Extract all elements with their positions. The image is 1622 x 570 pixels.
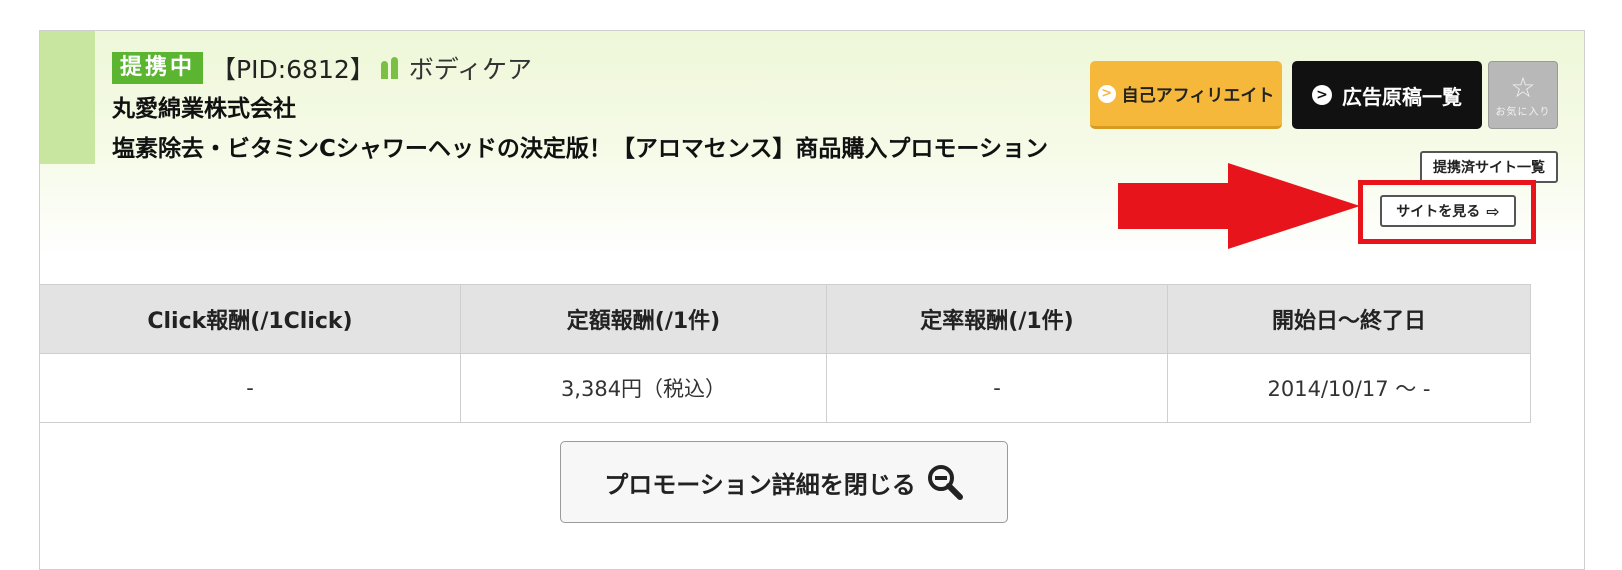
header-period: 開始日～終了日 — [1167, 284, 1531, 354]
table-header-row: Click報酬(/1Click) 定額報酬(/1件) 定率報酬(/1件) 開始日… — [39, 284, 1531, 354]
cell-fixed-reward: 3,384円（税込） — [460, 353, 827, 423]
accent-bar — [40, 31, 95, 164]
close-details-label: プロモーション詳細を閉じる — [604, 470, 916, 499]
cell-rate-reward: - — [826, 353, 1168, 423]
category-label: ボディケア — [408, 55, 533, 84]
ad-list-button[interactable]: > 広告原稿一覧 — [1292, 61, 1482, 129]
red-arrow-annotation — [1118, 163, 1360, 249]
chevron-right-icon: > — [1312, 85, 1332, 105]
favorite-button[interactable]: ☆ お気に入り — [1488, 61, 1558, 129]
promotion-title: 塩素除去・ビタミンCシャワーヘッドの決定版！【アロマセンス】商品購入プロモーショ… — [112, 136, 1048, 162]
header-click-reward: Click報酬(/1Click) — [39, 284, 461, 354]
self-affiliate-button[interactable]: > 自己アフィリエイト — [1090, 61, 1282, 129]
close-details-button[interactable]: プロモーション詳細を閉じる — [560, 441, 1008, 523]
highlight-box-annotation — [1358, 180, 1536, 244]
self-affiliate-label: 自己アフィリエイト — [1121, 86, 1275, 106]
title-area: 提携中 【PID:6812】 ボディケア 丸愛綿業株式会社 塩素除去・ビタミンC… — [112, 51, 1072, 167]
status-badge: 提携中 — [112, 52, 204, 84]
ad-list-label: 広告原稿一覧 — [1342, 84, 1462, 109]
header-fixed-reward: 定額報酬(/1件) — [460, 284, 827, 354]
rates-table: Click報酬(/1Click) 定額報酬(/1件) 定率報酬(/1件) 開始日… — [39, 284, 1531, 423]
header-rate-reward: 定率報酬(/1件) — [826, 284, 1168, 354]
zoom-out-icon — [927, 465, 963, 500]
partner-sites-label: 提携済サイト一覧 — [1433, 160, 1545, 176]
cell-period: 2014/10/17 ～ - — [1167, 353, 1531, 423]
chevron-right-icon: > — [1097, 84, 1116, 103]
company-name: 丸愛綿業株式会社 — [112, 96, 296, 122]
star-icon: ☆ — [1510, 70, 1536, 104]
table-row: - 3,384円（税込） - 2014/10/17 ～ - — [39, 353, 1531, 423]
cell-click-reward: - — [39, 353, 461, 423]
partner-sites-button[interactable]: 提携済サイト一覧 — [1420, 151, 1558, 183]
title-line: 提携中 【PID:6812】 ボディケア — [112, 51, 1072, 85]
pid-label: 【PID:6812】 — [211, 55, 375, 84]
category-icon — [379, 57, 401, 79]
favorite-label: お気に入り — [1495, 106, 1551, 118]
